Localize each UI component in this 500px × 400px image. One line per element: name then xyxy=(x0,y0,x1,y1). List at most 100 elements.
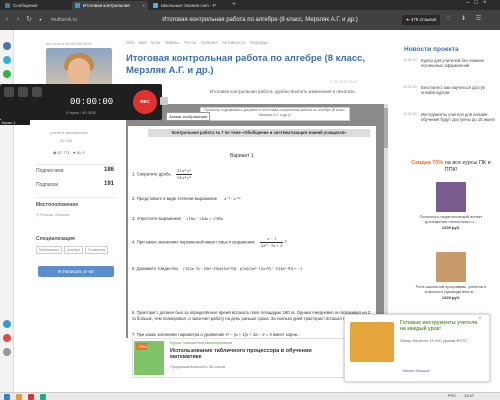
close-tab-icon[interactable]: × xyxy=(142,1,145,10)
window-controls[interactable]: –□× xyxy=(466,0,491,6)
news-text: Бесплатно: как научиться доступ онлайн-к… xyxy=(421,85,486,95)
settings-sidebar-icon[interactable] xyxy=(3,348,11,356)
back-icon[interactable]: ‹ xyxy=(2,15,12,25)
task-5: 5. Докажите тождество (3/(2a−3) − (8a²−1… xyxy=(132,266,302,271)
task-4: 4. При каких значениях переменной имеет … xyxy=(132,236,287,249)
stat-a: 87 771 xyxy=(57,150,70,155)
tab-znanija[interactable]: Школьные Знания.com - Р xyxy=(150,1,226,10)
camera-icon[interactable] xyxy=(160,97,168,105)
browser-toolbar-icons[interactable]: ♡ ⬇ ☰ xyxy=(446,15,485,22)
tag-algebra[interactable]: Алгебра xyxy=(63,246,84,254)
notification-link[interactable]: Узнать больше xyxy=(402,368,430,373)
task-text: Упростите выражение xyxy=(136,216,182,221)
course-price: 1200 руб. xyxy=(441,225,461,230)
task-number: 5. xyxy=(132,266,136,271)
subscriptions-label[interactable]: Подписки xyxy=(36,182,58,188)
start-icon[interactable] xyxy=(4,394,10,400)
message-button-label: Написать в чат xyxy=(62,269,95,274)
formula-denominator: 14 x⁴ y⁵ xyxy=(176,175,191,180)
language-indicator[interactable]: РУС xyxy=(448,393,456,399)
tab-label: Сообщения xyxy=(13,3,38,8)
webcam-icon[interactable] xyxy=(18,87,28,97)
reload-icon[interactable]: ↻ xyxy=(24,15,34,25)
subscribers-count: 186 xyxy=(104,167,115,173)
nav-files[interactable]: Файлы xyxy=(165,40,179,45)
message-button[interactable]: ✉ Написать в чат xyxy=(38,266,114,277)
nav-about[interactable]: Обо мне xyxy=(126,40,147,45)
recording-size: 0 bytes / 40.3GB xyxy=(66,110,96,115)
task-2: 2. Представьте в виде степени выражение … xyxy=(132,196,240,202)
discount-promo[interactable]: Скидка 70% на все курсы ПК и ППК! xyxy=(406,160,496,174)
course-image xyxy=(436,182,466,212)
nav-activity[interactable]: Активность xyxy=(222,40,246,45)
course-card[interactable]: Роль школьной программы, учителя и класс… xyxy=(414,252,488,300)
nav-gallery[interactable]: Галерея xyxy=(201,40,218,45)
browser-tab-bar: Сообщения Итоговая контрольная × Школьны… xyxy=(0,0,500,10)
record-button[interactable]: REC xyxy=(133,90,157,114)
publish-date: 17.02.2019 00:57 xyxy=(330,80,358,84)
tag-geometry[interactable]: Геометрия xyxy=(85,246,109,254)
star-icon: ★ xyxy=(405,17,410,22)
tab-label: Итоговая контрольная xyxy=(83,3,130,8)
microphone-icon[interactable] xyxy=(32,87,42,97)
task-number: 4. xyxy=(132,239,136,245)
news-text: Инструменты учителя для онлайн-обучения … xyxy=(421,112,495,122)
course-card[interactable]: Психолого-педагогический аспект достижен… xyxy=(414,182,488,230)
nav-awards[interactable]: Награды xyxy=(250,40,268,45)
ad-duration: Продолжительность 36 часов xyxy=(170,364,225,369)
course-title: Роль школьной программы, учителя и класс… xyxy=(415,284,487,294)
profile-score: 55 000 xyxy=(60,138,73,143)
formula-denominator: 2x² − 5x + 2 xyxy=(261,243,283,248)
forward-icon[interactable]: › xyxy=(13,15,23,25)
clock[interactable]: 13:47 xyxy=(464,393,474,399)
task-number: 3. xyxy=(132,216,136,221)
specialization-label: Специализация xyxy=(36,236,75,242)
online-status: Был в сети 26.05.2020 09:00 xyxy=(46,42,93,46)
browser-icon[interactable] xyxy=(28,394,34,400)
task-3: 3. Упростите выражение √16a − √64a + √10… xyxy=(132,216,223,221)
task-text: При каких значениях переменной имеет смы… xyxy=(136,239,255,245)
profile-stats: ◉ 87 771 ♥ 61 9 xyxy=(53,150,85,155)
vk-sidebar-icon[interactable] xyxy=(3,42,11,50)
telegram-sidebar-icon[interactable] xyxy=(3,56,11,64)
tag-math[interactable]: Математика xyxy=(36,246,62,254)
tab-messages[interactable]: Сообщения xyxy=(2,1,70,10)
nav-blog[interactable]: Блог xyxy=(151,40,161,45)
app-icon[interactable] xyxy=(40,394,46,400)
chat-icon: ✉ xyxy=(57,269,62,274)
notification-title: Готовые инструменты учителя на каждый ур… xyxy=(400,320,478,332)
course-title: Психолого-педагогический аспект достижен… xyxy=(419,214,483,224)
task-formula: √16a − √64a + √100a xyxy=(186,216,224,221)
news-date: 18.04.20 xyxy=(403,85,417,89)
close-icon[interactable]: × xyxy=(478,316,482,322)
explorer-icon[interactable] xyxy=(16,394,22,400)
ad-title: Использование табличного процессора в об… xyxy=(170,348,312,360)
promo-discount: Скидка 70% xyxy=(411,160,444,166)
rating-badge[interactable]: ★ 479 отзывов xyxy=(402,15,440,25)
whatsapp-sidebar-icon[interactable] xyxy=(3,70,11,78)
specialization-tags: Математика Алгебра Геометрия xyxy=(36,246,110,254)
tab-active-test[interactable]: Итоговая контрольная × xyxy=(72,1,148,10)
music-sidebar-icon[interactable] xyxy=(3,334,11,342)
news-date: 10.03.20 xyxy=(403,112,417,116)
formula-numerator: x − 1 xyxy=(260,236,284,243)
profile-nav: Обо мне Блог Файлы Тесты Галерея Активно… xyxy=(126,40,268,45)
subscribers-label[interactable]: Подписчики xyxy=(36,168,64,174)
notification-subtitle: Обзор богатого 10 000 уроков ФГОС xyxy=(400,338,468,343)
scrollbar-thumb[interactable] xyxy=(384,108,388,148)
znanija-icon xyxy=(153,3,158,8)
screen-label: Экран 1 xyxy=(0,120,30,125)
os-taskbar xyxy=(0,392,500,400)
ad-tag: Курсы повышения квалификации xyxy=(170,340,233,345)
task-number: 1. xyxy=(132,171,136,177)
subscriptions-count: 191 xyxy=(104,181,115,187)
ad-discount-badge: -70% xyxy=(136,343,148,350)
nav-tests[interactable]: Тесты xyxy=(184,40,197,45)
task-formula: x − 1 2x² − 5x + 2 xyxy=(260,236,284,249)
extension-sidebar-icon[interactable] xyxy=(3,320,11,328)
new-tab-icon[interactable]: + xyxy=(232,1,236,8)
screen-icon[interactable] xyxy=(4,87,14,97)
url-text: multiurok.ru xyxy=(51,17,78,23)
task-formula: (3/(2a−3) − (8a²−18a)/(4a²+9)) · ((2a)/(… xyxy=(183,266,303,271)
ad-image: -70% xyxy=(134,341,164,375)
